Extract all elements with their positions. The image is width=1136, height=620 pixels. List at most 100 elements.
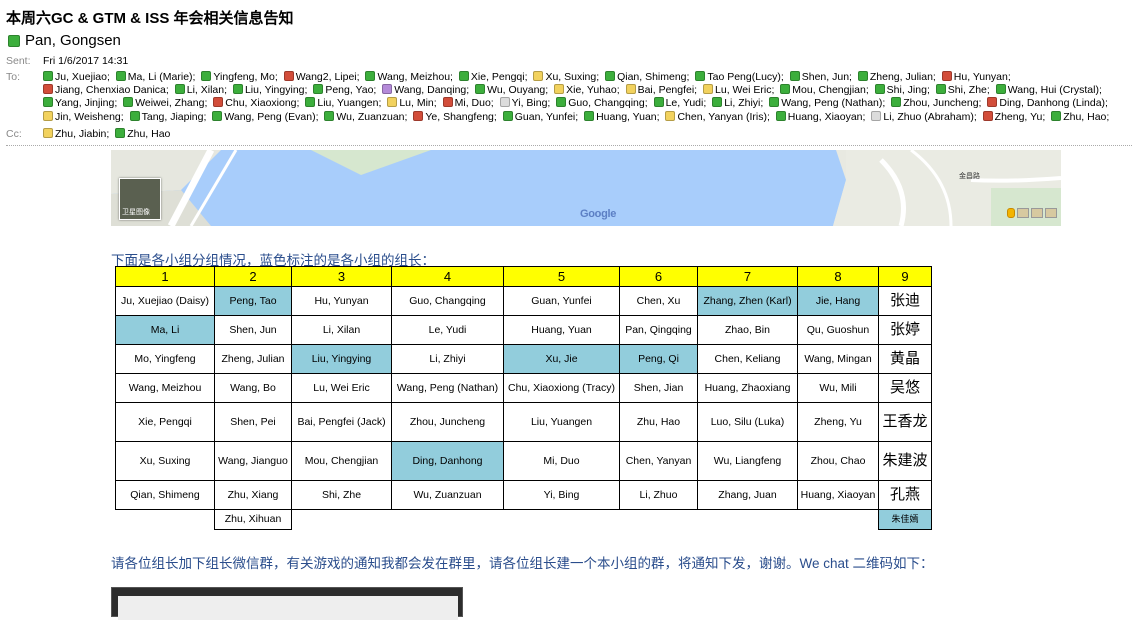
recipient[interactable]: Li, Zhuo (Abraham); (871, 110, 977, 123)
recipient-name[interactable]: Mou, Chengjian; (792, 84, 868, 96)
recipient-name[interactable]: Hu, Yunyan; (954, 71, 1011, 83)
recipient[interactable]: Hu, Yunyan; (941, 71, 1011, 83)
recipient[interactable]: Zheng, Yu; (982, 110, 1046, 123)
recipient[interactable]: Li, Zhiyi; (712, 97, 763, 109)
recipient-name[interactable]: Mi, Duo; (455, 97, 494, 109)
recipient-name[interactable]: Jiang, Chenxiao Danica; (55, 84, 169, 96)
recipient-name[interactable]: Lu, Min; (399, 97, 436, 109)
recipient-name[interactable]: Xu, Suxing; (545, 71, 599, 83)
recipient-name[interactable]: Lu, Wei Eric; (715, 84, 774, 96)
recipient[interactable]: Shen, Jun; (789, 71, 852, 83)
recipient[interactable]: Tang, Jiaping; (129, 110, 207, 123)
recipient-name[interactable]: Zhou, Juncheng; (903, 97, 981, 109)
recipient-name[interactable]: Jin, Weisheng; (55, 111, 124, 123)
recipient-name[interactable]: Ding, Danhong (Linda); (999, 97, 1108, 109)
recipient-name[interactable]: Liu, Yuangen; (317, 97, 381, 109)
recipient[interactable]: Liu, Yingying; (232, 84, 307, 96)
recipient[interactable]: Wang, Hui (Crystal); (995, 84, 1102, 96)
recipient[interactable]: Guo, Changqing; (556, 97, 648, 109)
sender[interactable]: Pan, Gongsen (8, 32, 121, 49)
recipient-name[interactable]: Yi, Bing; (512, 97, 551, 109)
recipient[interactable]: Wang, Peng (Evan); (212, 110, 319, 123)
recipient[interactable]: Yi, Bing; (499, 97, 551, 109)
recipient[interactable]: Huang, Yuan; (584, 110, 660, 123)
recipient[interactable]: Huang, Xiaoyan; (775, 110, 866, 123)
recipient-name[interactable]: Wang, Peng (Nathan); (781, 97, 885, 109)
recipient[interactable]: Wu, Ouyang; (475, 84, 548, 96)
recipient-name[interactable]: Zhu, Hao (127, 128, 170, 140)
recipient-name[interactable]: Wang, Hui (Crystal); (1008, 84, 1102, 96)
recipient[interactable]: Xie, Pengqi; (458, 71, 528, 83)
recipient[interactable]: Peng, Yao; (313, 84, 376, 96)
recipient-name[interactable]: Wang, Danqing; (394, 84, 469, 96)
recipient-name[interactable]: Peng, Yao; (325, 84, 376, 96)
recipient[interactable]: Yang, Jinjing; (43, 97, 117, 109)
recipient-name[interactable]: Li, Zhuo (Abraham); (883, 111, 976, 123)
pegman-icon[interactable] (1007, 208, 1015, 218)
recipient-name[interactable]: Li, Xilan; (187, 84, 227, 96)
recipient[interactable]: Shi, Zhe; (935, 84, 990, 96)
recipient-name[interactable]: Wang, Meizhou; (377, 71, 452, 83)
recipient[interactable]: Ma, Li (Marie); (115, 71, 196, 83)
recipient-name[interactable]: Ma, Li (Marie); (128, 71, 196, 83)
recipient-name[interactable]: Wu, Ouyang; (487, 84, 548, 96)
recipient-name[interactable]: Guan, Yunfei; (515, 111, 578, 123)
sender-name[interactable]: Pan, Gongsen (25, 32, 121, 49)
satellite-view-button[interactable]: 卫星图像 (119, 178, 161, 220)
recipient-name[interactable]: Bai, Pengfei; (638, 84, 698, 96)
recipient[interactable]: Lu, Min; (387, 97, 437, 109)
recipient-name[interactable]: Tao Peng(Lucy); (707, 71, 783, 83)
recipient-name[interactable]: Zheng, Yu; (995, 111, 1046, 123)
recipient-name[interactable]: Tang, Jiaping; (142, 111, 207, 123)
recipient[interactable]: Le, Yudi; (653, 97, 707, 109)
recipient-name[interactable]: Weiwei, Zhang; (135, 97, 207, 109)
recipient[interactable]: Chen, Yanyan (Iris); (665, 110, 770, 123)
recipient-name[interactable]: Shen, Jun; (802, 71, 852, 83)
recipient-name[interactable]: Guo, Changqing; (568, 97, 647, 109)
map-controls[interactable] (1007, 208, 1057, 218)
recipient[interactable]: Zhou, Juncheng; (891, 97, 981, 109)
recipient[interactable]: Jiang, Chenxiao Danica; (43, 84, 169, 96)
map-layer-icon[interactable] (1031, 208, 1043, 218)
recipient[interactable]: Wang, Meizhou; (365, 71, 453, 83)
recipient-name[interactable]: Zhu, Jiabin; (55, 128, 109, 140)
recipient-name[interactable]: Li, Zhiyi; (724, 97, 763, 109)
recipient-name[interactable]: Zheng, Julian; (870, 71, 936, 83)
recipient[interactable]: Ye, Shangfeng; (413, 110, 497, 123)
recipient-name[interactable]: Shi, Jing; (887, 84, 930, 96)
recipient[interactable]: Xu, Suxing; (533, 71, 599, 83)
recipient[interactable]: Zhu, Jiabin; (43, 128, 109, 140)
recipient-name[interactable]: Qian, Shimeng; (617, 71, 689, 83)
recipient-name[interactable]: Ju, Xuejiao; (55, 71, 110, 83)
recipient-name[interactable]: Wang, Peng (Evan); (224, 111, 318, 123)
recipient[interactable]: Guan, Yunfei; (502, 110, 578, 123)
recipient[interactable]: Wang, Peng (Nathan); (769, 97, 885, 109)
recipient[interactable]: Zhu, Hao (115, 128, 170, 140)
recipient[interactable]: Ju, Xuejiao; (43, 71, 110, 83)
recipient[interactable]: Yingfeng, Mo; (201, 71, 278, 83)
map-layer-icon[interactable] (1045, 208, 1057, 218)
recipient-name[interactable]: Liu, Yingying; (245, 84, 307, 96)
recipient-name[interactable]: Xie, Pengqi; (471, 71, 528, 83)
recipient[interactable]: Mi, Duo; (442, 97, 494, 109)
recipient-name[interactable]: Chen, Yanyan (Iris); (677, 111, 769, 123)
recipient[interactable]: Wu, Zuanzuan; (324, 110, 407, 123)
recipient[interactable]: Jin, Weisheng; (43, 110, 124, 123)
recipient-name[interactable]: Shi, Zhe; (948, 84, 990, 96)
recipient[interactable]: Tao Peng(Lucy); (695, 71, 784, 83)
recipient[interactable]: Chu, Xiaoxiong; (213, 97, 299, 109)
recipient-name[interactable]: Yang, Jinjing; (55, 97, 117, 109)
recipient[interactable]: Shi, Jing; (874, 84, 930, 96)
recipient[interactable]: Liu, Yuangen; (305, 97, 381, 109)
recipient-name[interactable]: Huang, Xiaoyan; (788, 111, 866, 123)
recipient-name[interactable]: Wang2, Lipei; (296, 71, 360, 83)
recipient[interactable]: Wang, Danqing; (382, 84, 469, 96)
recipient[interactable]: Zhu, Hao; (1051, 110, 1109, 123)
recipient-name[interactable]: Le, Yudi; (666, 97, 707, 109)
recipient-name[interactable]: Xie, Yuhao; (566, 84, 620, 96)
recipient-name[interactable]: Yingfeng, Mo; (213, 71, 277, 83)
recipient[interactable]: Weiwei, Zhang; (123, 97, 207, 109)
recipient-name[interactable]: Chu, Xiaoxiong; (225, 97, 299, 109)
recipient-name[interactable]: Huang, Yuan; (596, 111, 659, 123)
recipient[interactable]: Xie, Yuhao; (554, 84, 620, 96)
